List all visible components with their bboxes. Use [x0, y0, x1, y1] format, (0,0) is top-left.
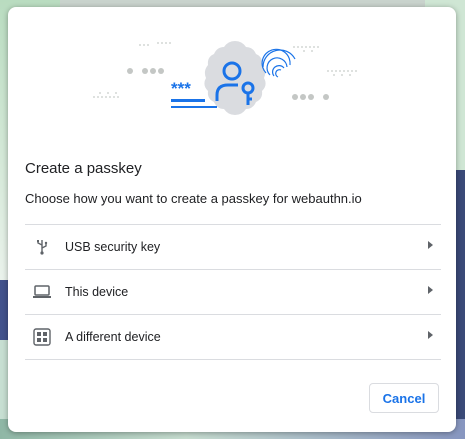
- option-label: USB security key: [65, 240, 161, 254]
- option-this-device[interactable]: This device: [25, 270, 441, 315]
- option-usb-security-key[interactable]: USB security key: [25, 225, 441, 270]
- cancel-button[interactable]: Cancel: [369, 383, 439, 413]
- passkey-dialog: *** Create a passkey Choose how you want…: [8, 7, 456, 432]
- chevron-right-icon: [428, 286, 433, 294]
- chevron-right-icon: [428, 241, 433, 249]
- usb-icon: [31, 236, 53, 258]
- option-label: This device: [65, 285, 129, 299]
- passkey-illustration: ***: [93, 41, 357, 115]
- chevron-right-icon: [428, 331, 433, 339]
- option-label: A different device: [65, 330, 161, 344]
- password-mask-text: ***: [171, 79, 191, 98]
- dialog-title: Create a passkey: [25, 160, 142, 177]
- laptop-icon: [31, 281, 53, 303]
- option-different-device[interactable]: A different device: [25, 315, 441, 360]
- passkey-options-list: USB security key This device A different…: [25, 224, 441, 360]
- dialog-subtitle: Choose how you want to create a passkey …: [25, 191, 362, 206]
- qr-code-icon: [31, 326, 53, 348]
